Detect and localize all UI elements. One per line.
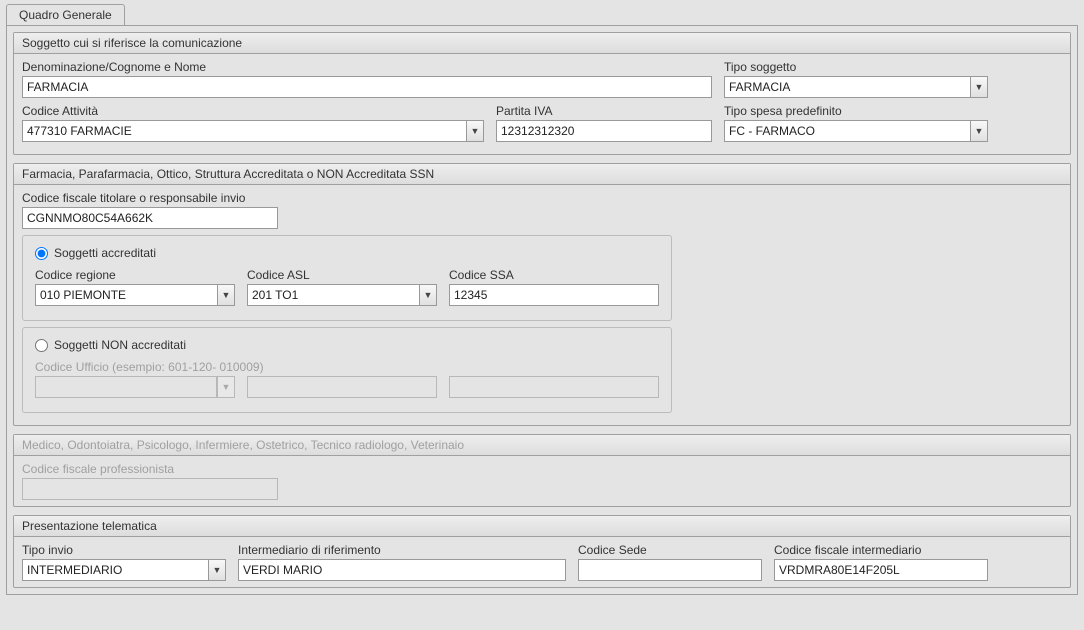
denominazione-label: Denominazione/Cognome e Nome — [22, 60, 712, 74]
codice-ufficio-3-input — [449, 376, 659, 398]
chevron-down-icon: ▼ — [970, 76, 988, 98]
tipo-spesa-label: Tipo spesa predefinito — [724, 104, 988, 118]
codice-ufficio-2-input — [247, 376, 437, 398]
section-soggetto: Soggetto cui si riferisce la comunicazio… — [13, 32, 1071, 155]
fieldset-accreditati: Soggetti accreditati Codice regione ▼ Co… — [22, 235, 672, 321]
denominazione-input[interactable] — [22, 76, 712, 98]
chevron-down-icon: ▼ — [466, 120, 484, 142]
codice-regione-label: Codice regione — [35, 268, 235, 282]
tipo-invio-label: Tipo invio — [22, 543, 226, 557]
cf-titolare-input[interactable] — [22, 207, 278, 229]
radio-accreditati[interactable] — [35, 247, 48, 260]
chevron-down-icon: ▼ — [217, 284, 235, 306]
codice-attivita-select[interactable]: ▼ — [22, 120, 484, 142]
section-presentazione-title: Presentazione telematica — [14, 516, 1070, 537]
codice-ssa-label: Codice SSA — [449, 268, 659, 282]
fieldset-non-accreditati: Soggetti NON accreditati Codice Ufficio … — [22, 327, 672, 413]
codice-ssa-input[interactable] — [449, 284, 659, 306]
tab-strip: Quadro Generale — [0, 0, 1084, 25]
radio-non-accreditati[interactable] — [35, 339, 48, 352]
tipo-soggetto-label: Tipo soggetto — [724, 60, 988, 74]
section-farmacia-title: Farmacia, Parafarmacia, Ottico, Struttur… — [14, 164, 1070, 185]
codice-sede-input[interactable] — [578, 559, 762, 581]
codice-sede-label: Codice Sede — [578, 543, 762, 557]
intermediario-input[interactable] — [238, 559, 566, 581]
tipo-soggetto-select[interactable]: ▼ — [724, 76, 988, 98]
cf-professionista-label: Codice fiscale professionista — [22, 462, 278, 476]
main-panel: Soggetto cui si riferisce la comunicazio… — [6, 25, 1078, 595]
cf-professionista-input — [22, 478, 278, 500]
codice-asl-label: Codice ASL — [247, 268, 437, 282]
section-farmacia: Farmacia, Parafarmacia, Ottico, Struttur… — [13, 163, 1071, 426]
partita-iva-input[interactable] — [496, 120, 712, 142]
codice-attivita-label: Codice Attività — [22, 104, 484, 118]
tipo-invio-select[interactable]: ▼ — [22, 559, 226, 581]
cf-intermediario-label: Codice fiscale intermediario — [774, 543, 988, 557]
section-medico-title: Medico, Odontoiatra, Psicologo, Infermie… — [14, 435, 1070, 456]
radio-accreditati-label: Soggetti accreditati — [54, 246, 156, 260]
intermediario-label: Intermediario di riferimento — [238, 543, 566, 557]
chevron-down-icon: ▼ — [217, 376, 235, 398]
chevron-down-icon: ▼ — [970, 120, 988, 142]
codice-regione-select[interactable]: ▼ — [35, 284, 235, 306]
chevron-down-icon: ▼ — [419, 284, 437, 306]
section-medico: Medico, Odontoiatra, Psicologo, Infermie… — [13, 434, 1071, 507]
chevron-down-icon: ▼ — [208, 559, 226, 581]
section-soggetto-title: Soggetto cui si riferisce la comunicazio… — [14, 33, 1070, 54]
tipo-spesa-select[interactable]: ▼ — [724, 120, 988, 142]
radio-non-accreditati-label: Soggetti NON accreditati — [54, 338, 186, 352]
codice-ufficio-label: Codice Ufficio (esempio: 601-120- 010009… — [35, 360, 264, 374]
cf-intermediario-input[interactable] — [774, 559, 988, 581]
codice-asl-select[interactable]: ▼ — [247, 284, 437, 306]
cf-titolare-label: Codice fiscale titolare o responsabile i… — [22, 191, 278, 205]
section-presentazione: Presentazione telematica Tipo invio ▼ In… — [13, 515, 1071, 588]
partita-iva-label: Partita IVA — [496, 104, 712, 118]
codice-ufficio-1-select: ▼ — [35, 376, 235, 398]
tab-general[interactable]: Quadro Generale — [6, 4, 125, 25]
